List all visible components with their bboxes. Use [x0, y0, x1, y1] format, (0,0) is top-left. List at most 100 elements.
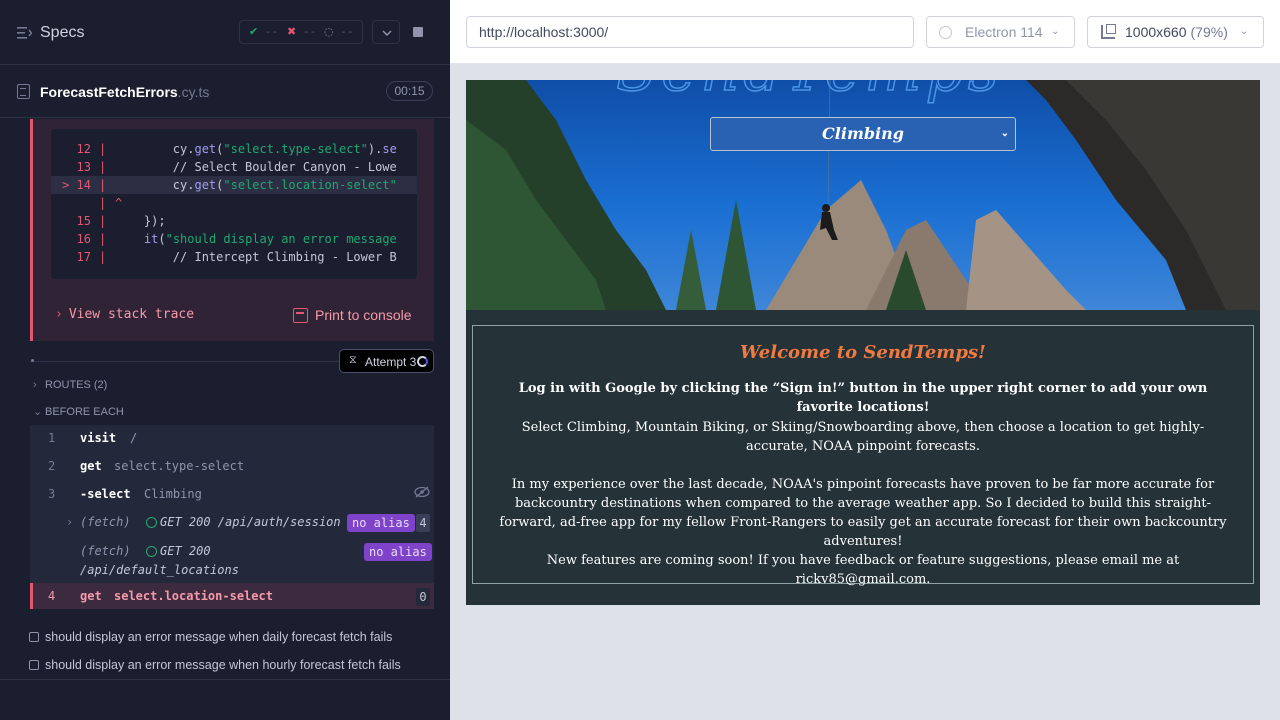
- file-name-text: ForecastFetchErrors: [40, 84, 178, 100]
- stop-icon: [413, 27, 423, 37]
- divider: [0, 679, 450, 680]
- electron-icon: [939, 26, 952, 39]
- hero-banner: SendTemps Climbing ⌄: [466, 80, 1260, 310]
- activity-type-value: Climbing: [822, 124, 904, 143]
- pending-count: --: [340, 25, 354, 38]
- code-line: 17 | // Intercept Climbing - Lower B: [76, 250, 397, 264]
- spec-file-name: ForecastFetchErrors.cy.ts: [40, 84, 209, 100]
- browser-label: Electron 114: [965, 24, 1043, 40]
- command-row[interactable]: 3 -select Climbing: [30, 479, 434, 507]
- command-message: Climbing: [144, 487, 202, 501]
- passed-stat: ✔ --: [249, 25, 278, 38]
- aut-panel: http://localhost:3000/ Electron 114 ⌄ 10…: [450, 0, 1280, 720]
- code-line-highlighted: > 14 | cy.get("select.location-select": [51, 176, 417, 194]
- command-row[interactable]: 1 visit /: [30, 425, 434, 451]
- chevron-right-icon: ›: [33, 379, 37, 391]
- code-frame: 12 | cy.get("select.type-select").se 13 | …: [51, 129, 417, 279]
- fetch-request-path: /api/default_locations: [80, 563, 239, 577]
- passed-count: --: [264, 25, 279, 38]
- command-row[interactable]: 2 get select.type-select: [30, 451, 434, 479]
- specs-title[interactable]: Specs: [40, 24, 84, 42]
- routes-label: ROUTES (2): [45, 379, 108, 391]
- test-title: should display an error message when dai…: [45, 630, 393, 644]
- welcome-paragraph: Select Climbing, Mountain Biking, or Ski…: [521, 420, 1205, 454]
- menu-icon[interactable]: [17, 26, 32, 40]
- viewport-select[interactable]: 1000x660 (79%) ⌄: [1087, 16, 1264, 48]
- spinner-icon: ◌: [324, 25, 334, 38]
- code-line: 13 | // Select Boulder Canyon - Lowe: [76, 160, 397, 174]
- command-number: 3: [48, 487, 56, 501]
- chevron-right-icon: ›: [55, 307, 63, 322]
- chevron-right-icon: ›: [66, 515, 74, 529]
- test-status-icon: [29, 632, 39, 642]
- browser-select[interactable]: Electron 114 ⌄: [926, 16, 1075, 48]
- command-message: /: [130, 431, 138, 445]
- fetch-label: (fetch): [80, 515, 131, 529]
- stop-button[interactable]: [404, 20, 432, 44]
- hero-title-graphic: SendTemps: [615, 80, 1003, 106]
- file-icon: [17, 84, 30, 99]
- status-circle-icon: [146, 517, 157, 528]
- print-to-console-label: Print to console: [315, 307, 412, 323]
- count-badge: 0: [416, 588, 430, 606]
- collapse-toggle-button[interactable]: [372, 20, 400, 44]
- fetch-label: (fetch): [80, 544, 131, 558]
- fetch-request: GET 200: [160, 544, 211, 558]
- failed-count: --: [302, 25, 317, 38]
- hero-landscape-image: [466, 80, 1260, 310]
- spinner-icon: [417, 356, 428, 367]
- command-row-failed[interactable]: 4 get select.location-select 0: [30, 583, 434, 609]
- status-circle-icon: [146, 546, 157, 557]
- welcome-paragraph: Log in with Google by clicking the “Sign…: [518, 381, 1208, 415]
- command-message: select.type-select: [114, 459, 245, 473]
- print-icon: [293, 308, 308, 323]
- duration-badge: 00:15: [386, 81, 433, 101]
- command-message: select.location-select: [114, 589, 273, 603]
- check-icon: ✔: [249, 25, 259, 38]
- x-icon: ✖: [287, 25, 297, 38]
- app-under-test: SendTemps Climbing ⌄ Welcome to SendTemp…: [466, 80, 1260, 605]
- command-number: 1: [48, 431, 56, 445]
- viewport-zoom: (79%): [1190, 24, 1228, 40]
- command-name: get: [80, 589, 102, 603]
- count-badge: 4: [416, 514, 430, 532]
- attempt-tag[interactable]: ⧖ Attempt 3: [339, 349, 434, 373]
- test-title: should display an error message when hou…: [45, 658, 401, 672]
- attempt-label: Attempt 3: [365, 355, 417, 369]
- test-status-icon: [29, 660, 39, 670]
- error-block: 12 | cy.get("select.type-select").se 13 | …: [30, 119, 434, 341]
- chevron-down-icon: ⌄: [1051, 26, 1060, 37]
- welcome-paragraph: New features are coming soon! If you hav…: [546, 553, 1180, 587]
- chevron-down-icon: ⌄: [1240, 26, 1249, 37]
- chevron-down-icon: [382, 30, 392, 37]
- url-bar[interactable]: http://localhost:3000/: [466, 16, 914, 48]
- code-line: 16 | it("should display an error message: [76, 232, 397, 246]
- specs-header: Specs ✔ -- ✖ -- ◌ --: [0, 0, 450, 65]
- command-name: get: [80, 459, 102, 473]
- fetch-row[interactable]: › (fetch) GET 200 /api/auth/session no a…: [30, 507, 434, 537]
- code-line: 12 | cy.get("select.type-select").se: [76, 142, 397, 156]
- attempt-marker: [31, 359, 34, 362]
- view-stack-trace-label: View stack trace: [68, 307, 195, 322]
- view-stack-trace-button[interactable]: › View stack trace: [55, 307, 194, 322]
- spec-file-row[interactable]: ForecastFetchErrors.cy.ts 00:15: [0, 66, 450, 118]
- ruler-icon: [1101, 24, 1116, 39]
- code-line: | ^: [99, 196, 123, 210]
- fetch-row[interactable]: (fetch) GET 200 /api/default_locations n…: [30, 537, 434, 583]
- eye-slash-icon[interactable]: [414, 486, 430, 498]
- viewport-label: 1000x660 (79%): [1125, 17, 1228, 47]
- before-each-toggle[interactable]: ⌄ BEFORE EACH: [33, 405, 124, 418]
- before-each-label: BEFORE EACH: [45, 406, 124, 418]
- command-name: visit: [80, 431, 117, 445]
- welcome-paragraph: In my experience over the last decade, N…: [499, 477, 1227, 549]
- activity-type-select[interactable]: Climbing ⌄: [710, 117, 1016, 151]
- command-number: 4: [48, 589, 56, 603]
- command-number: 2: [48, 459, 56, 473]
- routes-toggle[interactable]: › ROUTES (2): [33, 379, 107, 391]
- file-ext-text: .cy.ts: [177, 84, 210, 100]
- chevron-down-icon: ⌄: [33, 406, 43, 418]
- welcome-card: Welcome to SendTemps! Log in with Google…: [472, 325, 1254, 587]
- reporter-panel: Specs ✔ -- ✖ -- ◌ -- ForecastFetchErrors…: [0, 0, 450, 720]
- aut-toolbar: http://localhost:3000/ Electron 114 ⌄ 10…: [450, 0, 1280, 64]
- fetch-request: GET 200 /api/auth/session: [160, 515, 341, 529]
